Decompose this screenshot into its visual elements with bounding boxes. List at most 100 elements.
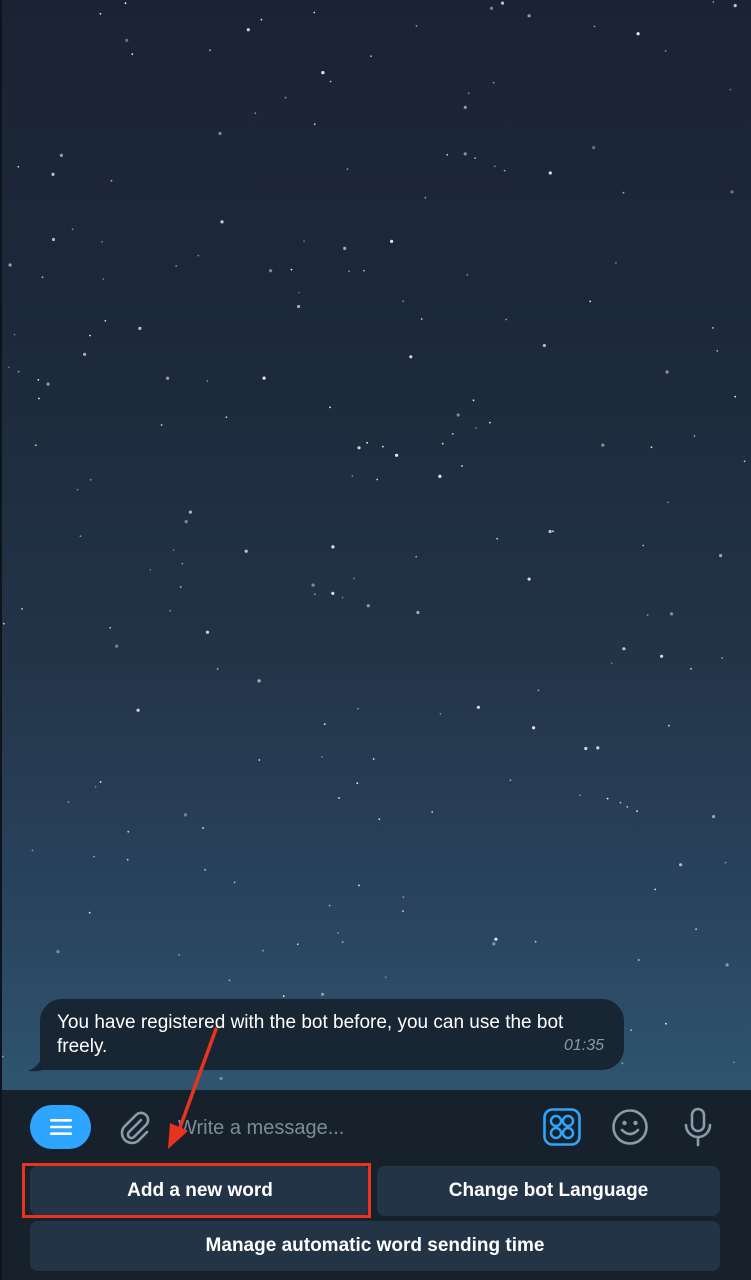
star — [500, 1, 505, 5]
star — [216, 668, 219, 670]
star — [290, 268, 293, 271]
star — [351, 475, 354, 477]
star — [622, 191, 625, 194]
star — [202, 827, 204, 829]
star — [509, 779, 512, 782]
star — [94, 785, 97, 788]
star — [357, 707, 359, 710]
star — [548, 529, 552, 534]
message-input[interactable] — [178, 1110, 518, 1146]
star — [184, 520, 188, 524]
star — [690, 667, 692, 670]
star — [725, 963, 729, 967]
add-new-word-button[interactable]: Add a new word — [30, 1166, 370, 1216]
star — [17, 370, 20, 373]
star — [21, 608, 23, 610]
star — [606, 797, 609, 800]
star — [505, 318, 508, 321]
star — [693, 435, 696, 437]
star — [260, 18, 263, 21]
star — [679, 863, 683, 867]
paperclip-icon[interactable] — [114, 1108, 154, 1148]
star — [303, 240, 305, 243]
star — [79, 535, 82, 537]
smiley-icon[interactable] — [610, 1107, 650, 1147]
star — [378, 818, 381, 821]
star — [376, 478, 379, 481]
star — [269, 269, 273, 273]
message-composer — [0, 1090, 751, 1160]
star — [578, 794, 581, 797]
star — [527, 14, 531, 18]
star — [669, 612, 674, 616]
star — [601, 443, 605, 447]
star — [665, 370, 669, 374]
star — [353, 577, 355, 580]
microphone-icon[interactable] — [680, 1107, 716, 1147]
star — [321, 756, 323, 758]
star — [729, 88, 732, 91]
hamburger-menu-icon — [49, 1119, 72, 1135]
star — [489, 6, 494, 10]
star — [311, 583, 315, 587]
star — [390, 239, 394, 243]
star — [584, 746, 588, 751]
star — [282, 995, 285, 998]
star — [395, 453, 399, 457]
bot-message-bubble: You have registered with the bot before,… — [40, 999, 624, 1070]
star — [246, 28, 250, 32]
star — [416, 610, 420, 615]
star — [205, 630, 210, 634]
star — [451, 433, 454, 435]
star — [172, 549, 175, 551]
star — [209, 49, 211, 52]
star — [402, 300, 405, 303]
star — [76, 488, 79, 491]
star — [503, 169, 506, 172]
star — [552, 530, 554, 533]
star — [356, 782, 359, 784]
star — [548, 171, 552, 175]
star — [313, 123, 316, 126]
star — [126, 858, 129, 861]
change-bot-language-button[interactable]: Change bot Language — [377, 1166, 720, 1216]
star — [313, 593, 316, 596]
star — [532, 726, 536, 730]
star — [343, 246, 347, 250]
star — [320, 992, 325, 996]
star — [472, 399, 475, 402]
star — [1, 1055, 4, 1058]
star — [372, 758, 375, 760]
star — [712, 1, 715, 3]
star — [51, 237, 56, 242]
star — [160, 424, 163, 426]
bot-commands-icon[interactable] — [543, 1108, 581, 1146]
star — [178, 954, 181, 956]
star — [424, 196, 427, 199]
manage-sending-time-button[interactable]: Manage automatic word sending time — [30, 1221, 720, 1271]
star — [476, 705, 480, 709]
bot-menu-button[interactable] — [30, 1105, 91, 1149]
star — [534, 940, 537, 943]
star — [254, 112, 257, 115]
star — [492, 942, 496, 946]
star — [492, 81, 495, 84]
star — [296, 943, 299, 946]
star — [463, 105, 467, 109]
star — [527, 577, 531, 581]
star — [110, 179, 113, 182]
star — [337, 932, 339, 934]
star — [138, 326, 142, 330]
star — [37, 379, 40, 381]
star — [218, 131, 222, 136]
star — [206, 380, 209, 382]
star — [88, 911, 91, 914]
star — [41, 276, 44, 279]
star — [415, 555, 418, 558]
star — [46, 382, 50, 386]
star — [2, 622, 5, 625]
star — [115, 644, 119, 648]
star — [104, 319, 107, 322]
star — [102, 278, 105, 280]
star — [636, 32, 640, 36]
